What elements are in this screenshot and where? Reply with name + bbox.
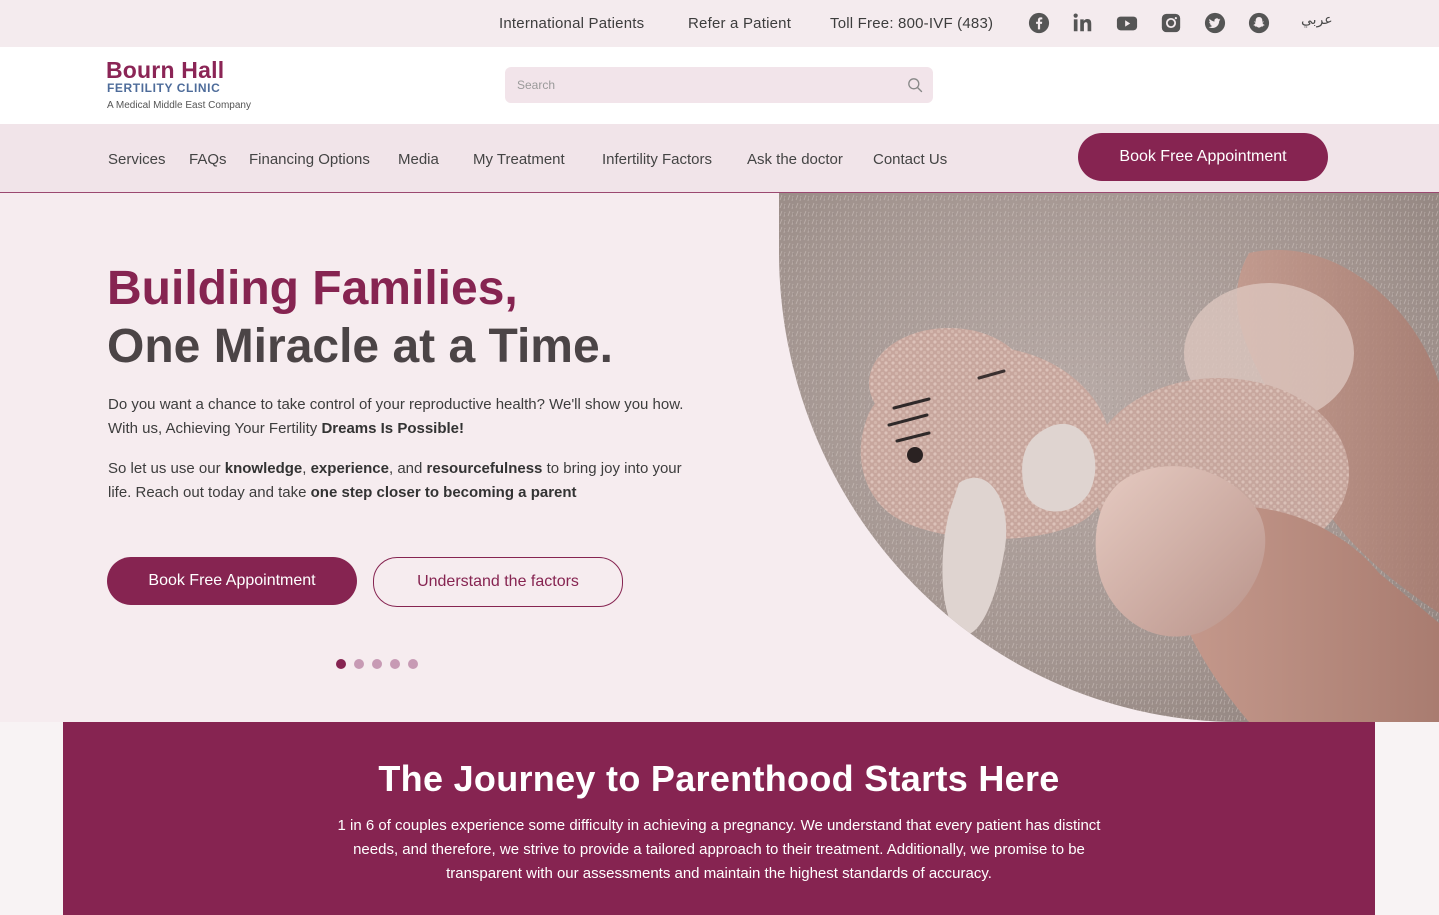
hero-p2-closer: one step closer to becoming a parent: [310, 484, 577, 501]
refer-patient-link[interactable]: Refer a Patient: [688, 15, 791, 32]
carousel-dot-3[interactable]: [372, 659, 382, 669]
language-switch-arabic[interactable]: عربي: [1301, 12, 1333, 28]
logo-tagline: A Medical Middle East Company: [107, 100, 251, 111]
youtube-icon[interactable]: [1116, 12, 1138, 34]
hero-paragraph-1: Do you want a chance to take control of …: [108, 393, 698, 441]
hero-p2-text-3: , and: [388, 460, 427, 477]
carousel-dot-5[interactable]: [408, 659, 418, 669]
carousel-dot-4[interactable]: [390, 659, 400, 669]
understand-factors-button[interactable]: Understand the factors: [373, 557, 623, 607]
carousel-dot-2[interactable]: [354, 659, 364, 669]
nav-book-appointment-button[interactable]: Book Free Appointment: [1078, 133, 1328, 181]
nav-item-ask-the-doctor[interactable]: Ask the doctor: [747, 151, 843, 168]
carousel-dot-1[interactable]: [336, 659, 346, 669]
hero-paragraph-2: So let us use our knowledge, experience,…: [108, 457, 698, 505]
nav-item-contact-us[interactable]: Contact Us: [873, 151, 947, 168]
hero-image-baby-booties: [779, 193, 1439, 722]
hero-section: Building Families, One Miracle at a Time…: [0, 193, 1439, 722]
nav-item-financing-options[interactable]: Financing Options: [249, 151, 370, 168]
hero-p2-text-1: So let us use our: [108, 460, 225, 477]
hero-p2-resourcefulness: resourcefulness: [426, 460, 543, 477]
instagram-icon[interactable]: [1160, 12, 1182, 34]
hero-title-line2: One Miracle at a Time.: [107, 320, 613, 373]
logo-subtitle: FERTILITY CLINIC: [107, 81, 221, 95]
main-navigation: Services FAQs Financing Options Media My…: [0, 124, 1439, 193]
hero-p2-knowledge: knowledge: [224, 460, 303, 477]
journey-section: The Journey to Parenthood Starts Here 1 …: [63, 722, 1375, 915]
hero-p1-emphasis: Dreams Is Possible!: [321, 420, 465, 437]
nav-item-my-treatment[interactable]: My Treatment: [473, 151, 565, 168]
nav-item-media[interactable]: Media: [398, 151, 439, 168]
journey-title: The Journey to Parenthood Starts Here: [378, 758, 1060, 799]
nav-item-infertility-factors[interactable]: Infertility Factors: [602, 151, 712, 168]
search-box: [505, 67, 933, 103]
logo-name: Bourn Hall: [106, 57, 225, 83]
search-icon[interactable]: [907, 77, 923, 93]
hero-title-line1: Building Families,: [107, 262, 518, 315]
international-patients-link[interactable]: International Patients: [499, 15, 644, 32]
hero-p2-experience: experience: [310, 460, 389, 477]
nav-item-services[interactable]: Services: [108, 151, 166, 168]
hero-p2-text-2: ,: [302, 460, 311, 477]
linkedin-icon[interactable]: [1072, 12, 1094, 34]
search-input[interactable]: [517, 76, 897, 94]
top-utility-bar: International Patients Refer a Patient T…: [0, 0, 1439, 47]
hero-book-appointment-button[interactable]: Book Free Appointment: [107, 557, 357, 605]
nav-item-faqs[interactable]: FAQs: [189, 151, 227, 168]
twitter-icon[interactable]: [1204, 12, 1226, 34]
site-header: Bourn Hall FERTILITY CLINIC A Medical Mi…: [0, 47, 1439, 124]
journey-description: 1 in 6 of couples experience some diffic…: [337, 817, 1101, 882]
carousel-dots: [336, 659, 418, 669]
snapchat-icon[interactable]: [1248, 12, 1270, 34]
toll-free-phone-link[interactable]: Toll Free: 800-IVF (483): [830, 15, 993, 32]
facebook-icon[interactable]: [1028, 12, 1050, 34]
